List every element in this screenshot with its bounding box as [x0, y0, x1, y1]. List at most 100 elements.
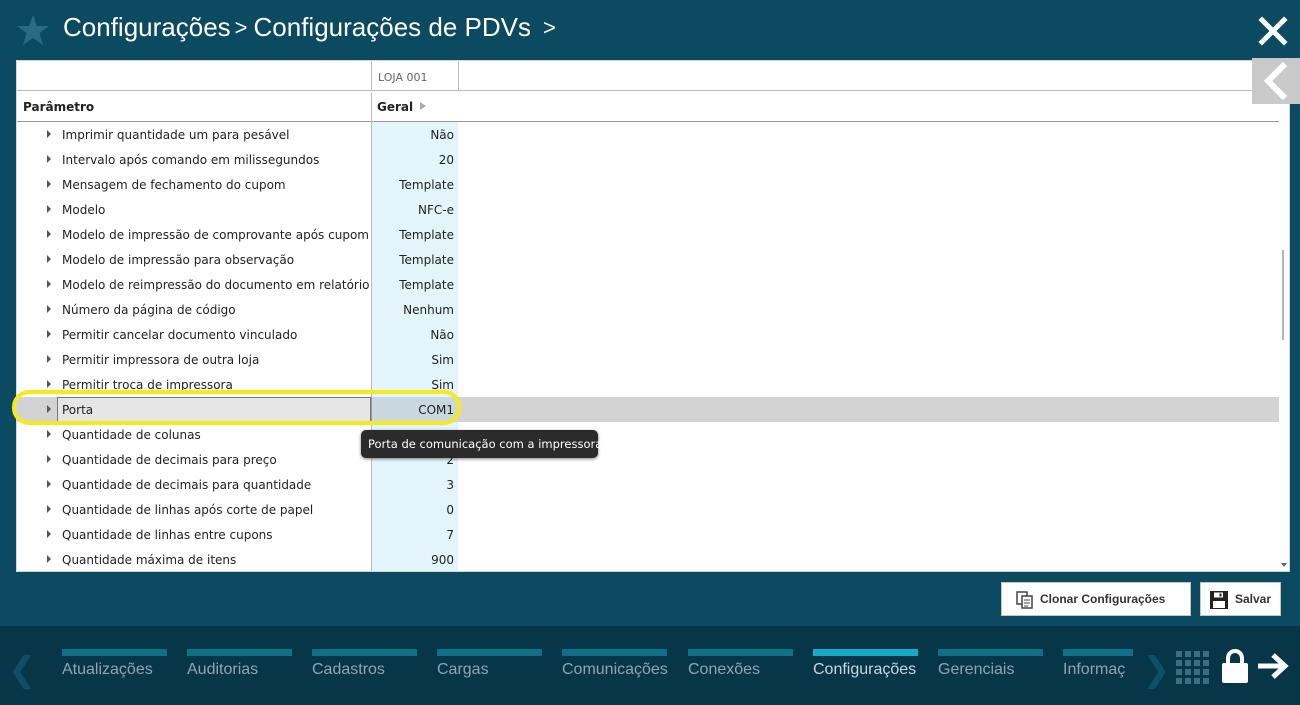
parameter-name: Mensagem de fechamento do cupom	[62, 178, 286, 192]
expand-row-icon[interactable]	[47, 130, 51, 138]
table-row[interactable]: Modelo de reimpressão do documento em re…	[17, 272, 1279, 297]
parameter-value[interactable]: Template	[371, 278, 454, 292]
parameter-value[interactable]: Sim	[371, 353, 454, 367]
store-header-row: LOJA 001	[17, 61, 1279, 91]
expand-row-icon[interactable]	[47, 355, 51, 363]
tab-indicator	[1063, 649, 1133, 656]
table-row[interactable]: Imprimir quantidade um para pesável Não	[17, 122, 1279, 147]
tab-indicator	[62, 649, 167, 656]
expand-row-icon[interactable]	[47, 155, 51, 163]
parameter-value[interactable]: 20	[371, 153, 454, 167]
table-row[interactable]: Quantidade máxima de itens 900	[17, 547, 1279, 571]
expand-row-icon[interactable]	[47, 530, 51, 538]
expand-row-icon[interactable]	[47, 280, 51, 288]
tab-label: Cargas	[437, 661, 489, 678]
table-row[interactable]: Permitir impressora de outra loja Sim	[17, 347, 1279, 372]
tab-indicator	[688, 649, 793, 656]
vertical-scrollbar[interactable]	[1278, 60, 1288, 572]
table-row[interactable]: Quantidade de decimais para preço 2	[17, 447, 1279, 472]
nav-right-arrow-icon[interactable]: ❯	[1142, 650, 1171, 690]
tab-comunicacoes[interactable]: Comunicações	[562, 649, 668, 689]
column-header-row: Parâmetro Geral	[17, 92, 1279, 122]
copy-icon	[1016, 591, 1033, 609]
save-button-label: Salvar	[1235, 592, 1272, 606]
column-divider	[371, 92, 372, 122]
table-row[interactable]: Quantidade de linhas entre cupons 7	[17, 522, 1279, 547]
parameter-value[interactable]: 0	[371, 503, 454, 517]
breadcrumb-item-pdvs: Configurações de PDVs	[253, 12, 531, 42]
apps-grid-icon[interactable]	[1176, 651, 1209, 684]
lock-icon[interactable]	[1221, 649, 1249, 683]
table-row[interactable]: Número da página de código Nenhum	[17, 297, 1279, 322]
tab-indicator	[312, 649, 417, 656]
tab-gerenciais[interactable]: Gerenciais	[938, 649, 1043, 689]
parameter-name: Quantidade máxima de itens	[62, 553, 237, 567]
close-icon[interactable]	[1258, 16, 1288, 46]
tab-informacoes[interactable]: Informaç	[1063, 649, 1133, 689]
parameter-value[interactable]: 3	[371, 478, 454, 492]
group-column-header[interactable]: Geral	[377, 100, 413, 114]
table-row[interactable]: Modelo de impressão de comprovante após …	[17, 222, 1279, 247]
expand-row-icon[interactable]	[47, 230, 51, 238]
expand-row-icon[interactable]	[47, 505, 51, 513]
tab-label: Gerenciais	[938, 661, 1015, 678]
tab-indicator	[187, 649, 292, 656]
expand-row-icon[interactable]	[47, 205, 51, 213]
tab-configuracoes[interactable]: Configurações	[813, 649, 918, 689]
expand-group-icon[interactable]	[420, 102, 426, 110]
tab-auditorias[interactable]: Auditorias	[187, 649, 292, 689]
parameter-column-header: Parâmetro	[23, 100, 95, 114]
scrollbar-thumb[interactable]	[1282, 250, 1284, 340]
tab-cargas[interactable]: Cargas	[437, 649, 542, 689]
table-row[interactable]: Modelo NFC-e	[17, 197, 1279, 222]
tab-label: Conexões	[688, 661, 761, 678]
nav-left-arrow-icon[interactable]: ❮	[8, 650, 37, 690]
table-row[interactable]: Quantidade de decimais para quantidade 3	[17, 472, 1279, 497]
expand-row-icon[interactable]	[47, 330, 51, 338]
table-row[interactable]: Intervalo após comando em milissegundos 2…	[17, 147, 1279, 172]
table-row[interactable]: Mensagem de fechamento do cupom Template	[17, 172, 1279, 197]
expand-row-icon[interactable]	[47, 380, 51, 388]
expand-row-icon[interactable]	[47, 255, 51, 263]
expand-row-icon[interactable]	[47, 430, 51, 438]
expand-row-icon[interactable]	[47, 180, 51, 188]
table-row[interactable]: Quantidade de colunas0	[17, 422, 1279, 447]
parameter-value[interactable]: 900	[371, 553, 454, 567]
parameter-name: Modelo de impressão para observação	[62, 253, 295, 267]
tab-atualizacoes[interactable]: Atualizações	[62, 649, 167, 689]
store-column-header[interactable]: LOJA 001	[371, 61, 459, 91]
expand-row-icon[interactable]	[47, 555, 51, 563]
breadcrumb-separator: >	[234, 15, 248, 40]
breadcrumb-item-configuracoes[interactable]: Configurações	[63, 12, 231, 42]
tab-indicator	[562, 649, 667, 656]
clone-configurations-button[interactable]: Clonar Configurações	[1001, 582, 1191, 616]
parameter-value[interactable]: 7	[371, 528, 454, 542]
tab-label: Auditorias	[187, 661, 259, 678]
parameter-value[interactable]: Template	[371, 228, 454, 242]
parameter-value[interactable]: Template	[371, 178, 454, 192]
expand-row-icon[interactable]	[47, 480, 51, 488]
parameter-value[interactable]: Template	[371, 253, 454, 267]
favorite-star-icon[interactable]	[16, 13, 50, 47]
table-row[interactable]: Quantidade de linhas após corte de papel…	[17, 497, 1279, 522]
parameter-name: Quantidade de linhas entre cupons	[62, 528, 273, 542]
logout-arrow-icon[interactable]	[1256, 652, 1290, 680]
tab-cadastros[interactable]: Cadastros	[312, 649, 417, 689]
scroll-down-arrow-icon[interactable]	[1281, 563, 1287, 567]
table-row[interactable]: Permitir cancelar documento vinculado Não	[17, 322, 1279, 347]
parameter-value[interactable]: NFC-e	[371, 203, 454, 217]
table-row[interactable]: Modelo de impressão para observação Templ…	[17, 247, 1279, 272]
collapse-panel-button[interactable]	[1252, 58, 1300, 104]
expand-row-icon[interactable]	[47, 305, 51, 313]
top-bar: Configurações > Configurações de PDVs >	[0, 0, 1300, 60]
highlight-annotation	[12, 390, 461, 425]
parameter-name: Modelo	[62, 203, 106, 217]
expand-row-icon[interactable]	[47, 455, 51, 463]
parameter-value[interactable]: Não	[371, 128, 454, 142]
parameter-rows: Imprimir quantidade um para pesável Não I…	[17, 122, 1279, 571]
parameter-name: Permitir impressora de outra loja	[62, 353, 260, 367]
tab-conexoes[interactable]: Conexões	[688, 649, 793, 689]
parameter-value[interactable]: Não	[371, 328, 454, 342]
save-button[interactable]: Salvar	[1200, 582, 1281, 616]
parameter-value[interactable]: Nenhum	[371, 303, 454, 317]
